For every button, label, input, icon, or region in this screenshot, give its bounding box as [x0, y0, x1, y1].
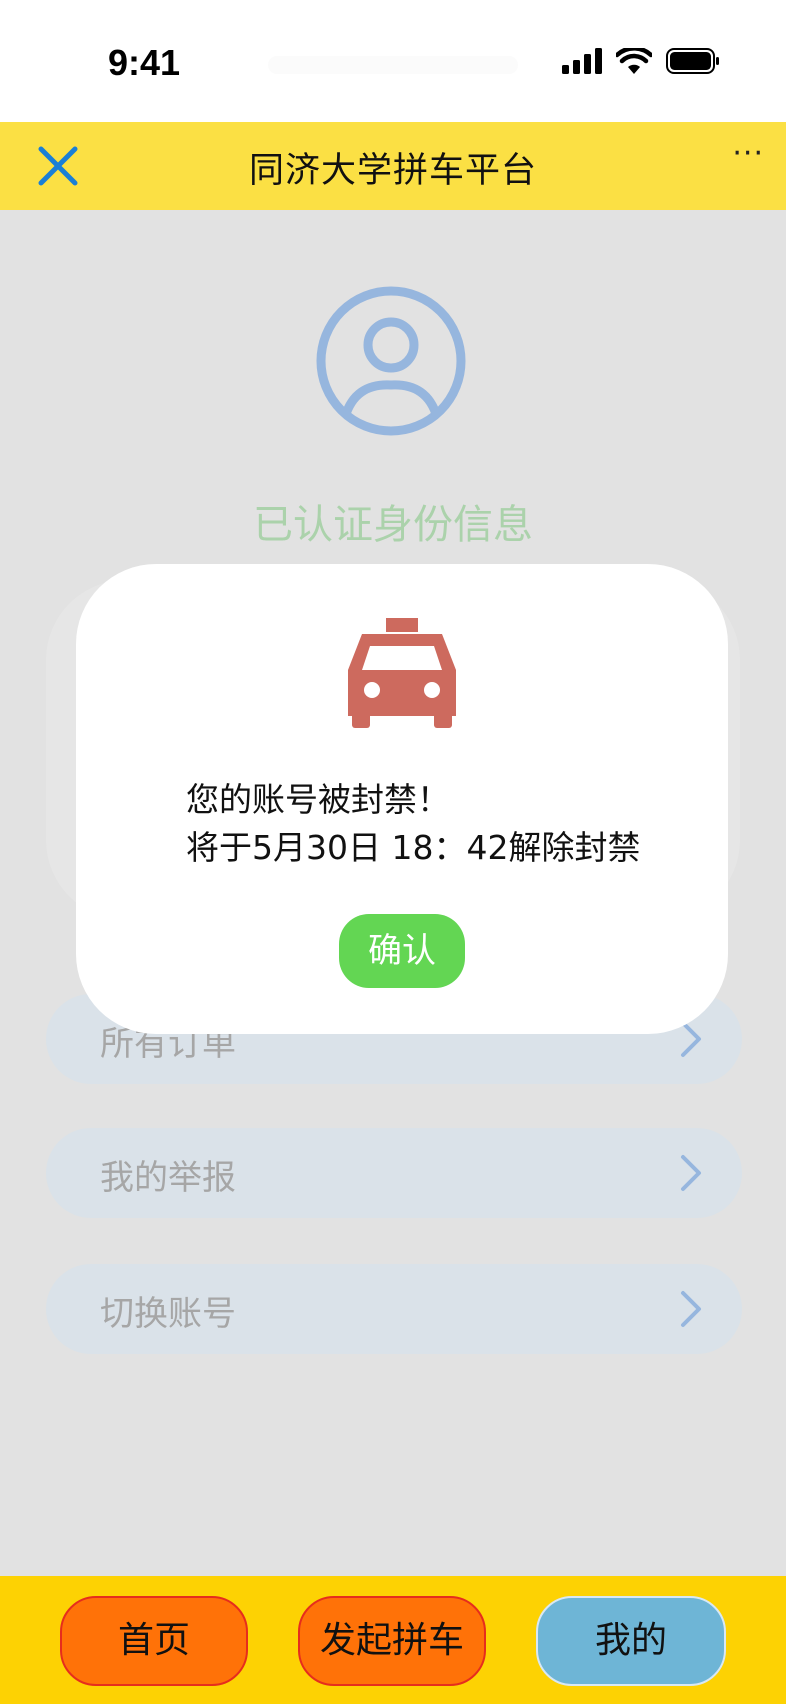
- taxi-icon: [348, 618, 456, 728]
- nav-home-button[interactable]: 首页: [60, 1596, 248, 1686]
- user-avatar-icon: [316, 286, 466, 436]
- page-title: 同济大学拼车平台: [248, 151, 537, 191]
- menu-item-label: 我的举报: [100, 1158, 236, 1198]
- chevron-right-icon: [681, 1155, 701, 1191]
- status-icons: [562, 48, 720, 74]
- status-time: 9:41: [108, 42, 181, 83]
- menu-item-my-reports[interactable]: 我的举报: [46, 1128, 742, 1218]
- verified-identity-label: 已认证身份信息: [253, 502, 533, 548]
- status-bar: 9:41: [0, 0, 786, 122]
- notch: [268, 56, 518, 74]
- ban-message-line1: 您的账号被封禁！: [186, 780, 450, 819]
- menu-item-label: 切换账号: [100, 1294, 236, 1334]
- nav-mine-button[interactable]: 我的: [536, 1596, 726, 1686]
- account-banned-dialog: 您的账号被封禁！ 将于5月30日 18：42解除封禁 确认: [76, 564, 728, 1034]
- chevron-right-icon: [681, 1291, 701, 1327]
- nav-start-carpool-button[interactable]: 发起拼车: [298, 1596, 486, 1686]
- signal-icon: [562, 48, 602, 74]
- bottom-nav: 首页 发起拼车 我的: [0, 1576, 786, 1704]
- app-header: 同济大学拼车平台 ···: [0, 122, 786, 210]
- confirm-button[interactable]: 确认: [339, 914, 465, 988]
- more-options-button[interactable]: ···: [732, 136, 764, 171]
- ban-message-line2: 将于5月30日 18：42解除封禁: [186, 828, 641, 867]
- ban-message: 您的账号被封禁！ 将于5月30日 18：42解除封禁: [186, 776, 640, 872]
- wifi-icon: [616, 48, 652, 74]
- menu-item-switch-account[interactable]: 切换账号: [46, 1264, 742, 1354]
- battery-icon: [666, 48, 719, 74]
